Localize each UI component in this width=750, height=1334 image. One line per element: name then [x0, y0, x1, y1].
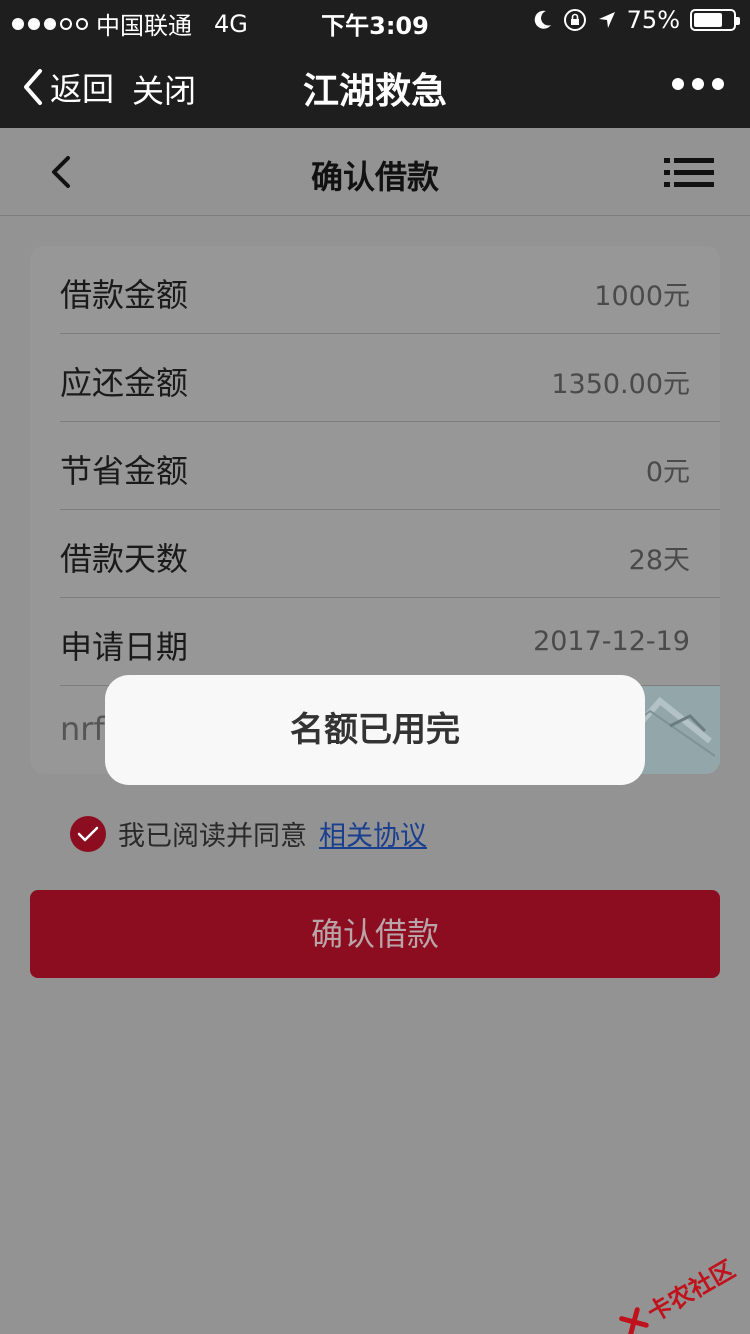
list-menu-icon[interactable]	[664, 158, 714, 188]
row-value: 2017-12-19	[533, 626, 690, 657]
watermark: 卡农社区	[614, 1250, 741, 1334]
wechat-nav-bar: 返回 关闭 江湖救急	[0, 40, 750, 128]
status-right: 75%	[533, 6, 740, 34]
agreement-row: 我已阅读并同意 相关协议	[70, 814, 427, 853]
toast-message: 名额已用完	[105, 675, 645, 785]
rotation-lock-icon	[563, 9, 586, 31]
watermark-text: 卡农社区	[642, 1255, 740, 1328]
nav-title: 江湖救急	[302, 71, 447, 112]
confirm-loan-button[interactable]: 确认借款	[30, 890, 720, 978]
row-loan-amount: 借款金额 1000元	[60, 246, 720, 334]
battery-percent: 75%	[626, 6, 680, 34]
row-saved-amount: 节省金额 0元	[60, 422, 720, 510]
row-apply-date: 申请日期 2017-12-19	[60, 598, 720, 686]
agreement-text: 我已阅读并同意	[118, 821, 307, 852]
page-title: 确认借款	[310, 158, 439, 196]
checkmark-icon	[77, 826, 99, 841]
row-value: 28天	[628, 545, 690, 576]
battery-icon	[690, 9, 740, 31]
row-value: 1350.00元	[551, 369, 690, 400]
row-value: 1000元	[594, 281, 690, 312]
page-header: 确认借款	[0, 128, 750, 216]
row-label: 应还金额	[60, 364, 189, 402]
status-bar: 中国联通 4G 下午3:09 75%	[0, 0, 750, 40]
row-value: 0元	[645, 457, 690, 488]
agree-checkbox[interactable]	[70, 815, 106, 852]
row-label: 节省金额	[60, 452, 189, 490]
row-repay-amount: 应还金额 1350.00元	[60, 334, 720, 422]
agreement-link[interactable]: 相关协议	[319, 814, 427, 853]
moon-icon	[534, 10, 551, 29]
row-label: 申请日期	[60, 628, 189, 666]
row-label: 借款天数	[60, 540, 189, 578]
row-loan-days: 借款天数 28天	[60, 510, 720, 598]
more-icon[interactable]	[672, 78, 724, 90]
row-label: 借款金额	[60, 276, 189, 314]
location-icon	[598, 12, 615, 28]
